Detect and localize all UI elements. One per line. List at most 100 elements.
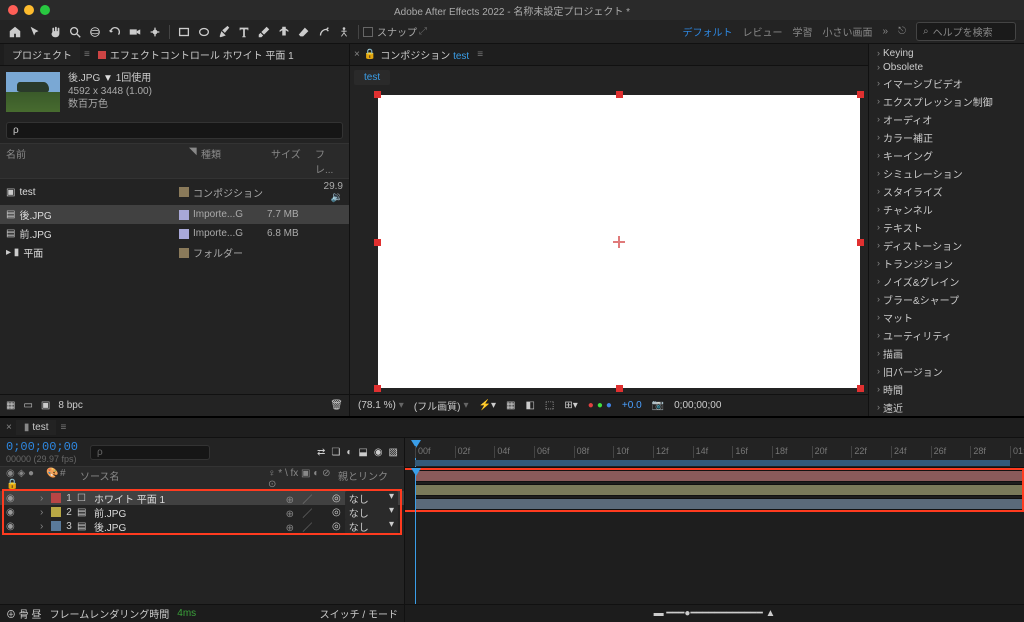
project-search[interactable]: ρ xyxy=(6,122,343,139)
fx-category[interactable]: Keying xyxy=(869,46,1024,60)
workspace-small[interactable]: 小さい画面 xyxy=(823,24,873,39)
home-icon[interactable] xyxy=(6,23,24,41)
camera-tool-icon[interactable] xyxy=(126,23,144,41)
fx-category[interactable]: 遠近 xyxy=(869,398,1024,416)
fast-preview-icon[interactable]: ⚡▾ xyxy=(479,400,496,411)
ellipse-tool-icon[interactable] xyxy=(195,23,213,41)
timeline-layer[interactable]: ◉›1☐ホワイト 平面 1⊕ ／◎なし▾ xyxy=(0,491,404,505)
fx-category[interactable]: チャンネル xyxy=(869,200,1024,218)
eraser-tool-icon[interactable] xyxy=(295,23,313,41)
transparency-icon[interactable]: ▦ xyxy=(506,400,515,411)
anchor-point-icon[interactable] xyxy=(613,236,625,248)
close-button[interactable] xyxy=(8,5,18,15)
timeline-right[interactable]: 00f02f04f06f08f10f12f14f16f18f20f22f24f2… xyxy=(405,438,1024,622)
handle-icon[interactable] xyxy=(374,385,381,392)
pen-tool-icon[interactable] xyxy=(215,23,233,41)
time-display[interactable]: 0;00;00;00 xyxy=(674,400,721,411)
layer-bar[interactable] xyxy=(415,470,1024,482)
project-item[interactable]: ▣testコンポジション29.9🔉 xyxy=(0,179,349,205)
minimize-button[interactable] xyxy=(24,5,34,15)
fx-category[interactable]: ブラー&シャープ xyxy=(869,290,1024,308)
fx-category[interactable]: オーディオ xyxy=(869,110,1024,128)
toggle-icon[interactable]: ⊕ 骨 昼 xyxy=(6,606,42,621)
handle-icon[interactable] xyxy=(857,239,864,246)
fx-category[interactable]: シミュレーション xyxy=(869,164,1024,182)
handle-icon[interactable] xyxy=(616,385,623,392)
comp-icon[interactable]: ▣ xyxy=(41,400,50,411)
comp-canvas[interactable] xyxy=(378,95,860,388)
comp-mini-tab[interactable]: test xyxy=(354,70,390,85)
timeline-search[interactable]: ρ xyxy=(90,445,210,460)
handle-icon[interactable] xyxy=(857,385,864,392)
exposure-value[interactable]: +0.0 xyxy=(622,400,642,411)
fx-category[interactable]: 旧バージョン xyxy=(869,362,1024,380)
workspace-default[interactable]: デフォルト xyxy=(683,24,733,39)
zoom-tool-icon[interactable] xyxy=(66,23,84,41)
orbit-tool-icon[interactable] xyxy=(86,23,104,41)
snap-checkbox[interactable] xyxy=(363,27,373,37)
snapshot-icon[interactable]: 📷 xyxy=(652,400,664,411)
fx-category[interactable]: テキスト xyxy=(869,218,1024,236)
fx-category[interactable]: マット xyxy=(869,308,1024,326)
fx-category[interactable]: 時間 xyxy=(869,380,1024,398)
fx-category[interactable]: ノイズ&グレイン xyxy=(869,272,1024,290)
type-tool-icon[interactable] xyxy=(235,23,253,41)
panel-menu-icon[interactable]: ≡ xyxy=(477,49,483,60)
fx-category[interactable]: 描画 xyxy=(869,344,1024,362)
comp-flowchart-icon[interactable]: ⇄ xyxy=(317,447,325,458)
brush-tool-icon[interactable] xyxy=(255,23,273,41)
effect-controls-tab[interactable]: エフェクトコントロール ホワイト 平面 1 xyxy=(90,44,302,65)
shy-icon[interactable]: ◐ xyxy=(346,447,352,458)
mask-icon[interactable]: ◧ xyxy=(525,400,534,411)
interpret-icon[interactable]: ▦ xyxy=(6,400,15,411)
handle-icon[interactable] xyxy=(374,239,381,246)
layer-bar[interactable] xyxy=(415,498,1024,510)
grid-icon[interactable]: ⊞▾ xyxy=(564,400,577,411)
puppet-tool-icon[interactable] xyxy=(335,23,353,41)
handle-icon[interactable] xyxy=(857,91,864,98)
project-item[interactable]: ▤後.JPGImporte...G7.7 MB xyxy=(0,205,349,224)
region-icon[interactable]: ⬚ xyxy=(545,400,554,411)
workspace-review[interactable]: レビュー xyxy=(743,24,783,39)
resolution-dropdown[interactable]: (フル画質) ▾ xyxy=(414,398,469,413)
folder-icon[interactable]: ▭ xyxy=(23,400,32,411)
clone-tool-icon[interactable] xyxy=(275,23,293,41)
selection-tool-icon[interactable] xyxy=(26,23,44,41)
time-ruler[interactable]: 00f02f04f06f08f10f12f14f16f18f20f22f24f2… xyxy=(405,438,1024,468)
switches-mode-toggle[interactable]: スイッチ / モード xyxy=(320,606,398,621)
workspace-learn[interactable]: 学習 xyxy=(793,24,813,39)
fx-category[interactable]: ディストーション xyxy=(869,236,1024,254)
timeline-layer[interactable]: ◉›2▤前.JPG⊕ ／◎なし▾ xyxy=(0,505,404,519)
project-tab[interactable]: プロジェクト xyxy=(4,44,80,65)
zoom-dropdown[interactable]: (78.1 %) ▾ xyxy=(358,400,404,411)
current-timecode[interactable]: 0;00;00;00 xyxy=(6,440,78,454)
rotate-tool-icon[interactable] xyxy=(106,23,124,41)
comp-viewer[interactable] xyxy=(350,89,868,394)
channel-icon[interactable]: ●●● xyxy=(588,400,612,411)
rect-tool-icon[interactable] xyxy=(175,23,193,41)
track-area[interactable] xyxy=(405,468,1024,604)
zoom-slider[interactable]: ▬ ━━━●━━━━━━━━━━━━ ▲ xyxy=(654,608,776,619)
layer-bar[interactable] xyxy=(415,484,1024,496)
fx-category[interactable]: カラー補正 xyxy=(869,128,1024,146)
lock-icon[interactable]: 🔒 xyxy=(364,49,376,60)
panel-menu-icon[interactable]: ≡ xyxy=(60,422,66,433)
fx-category[interactable]: トランジション xyxy=(869,254,1024,272)
graph-editor-icon[interactable]: ▧ xyxy=(389,447,398,458)
hand-tool-icon[interactable] xyxy=(46,23,64,41)
project-item[interactable]: ▤前.JPGImporte...G6.8 MB xyxy=(0,224,349,243)
fx-category[interactable]: イマーシブビデオ xyxy=(869,74,1024,92)
trash-icon[interactable]: 🗑 xyxy=(330,400,343,411)
draft3d-icon[interactable]: ❏ xyxy=(331,447,340,458)
reset-icon[interactable]: ⎋ xyxy=(898,26,906,37)
workspace-overflow-icon[interactable]: » xyxy=(883,26,889,37)
fx-category[interactable]: スタイライズ xyxy=(869,182,1024,200)
frame-blend-icon[interactable]: ⬓ xyxy=(358,447,367,458)
bpc-toggle[interactable]: 8 bpc xyxy=(58,400,82,411)
fx-category[interactable]: Obsolete xyxy=(869,60,1024,74)
fx-category[interactable]: エクスプレッション制御 xyxy=(869,92,1024,110)
roto-tool-icon[interactable] xyxy=(315,23,333,41)
help-search[interactable]: ⌕ヘルプを検索 xyxy=(916,22,1016,41)
maximize-button[interactable] xyxy=(40,5,50,15)
handle-icon[interactable] xyxy=(616,91,623,98)
